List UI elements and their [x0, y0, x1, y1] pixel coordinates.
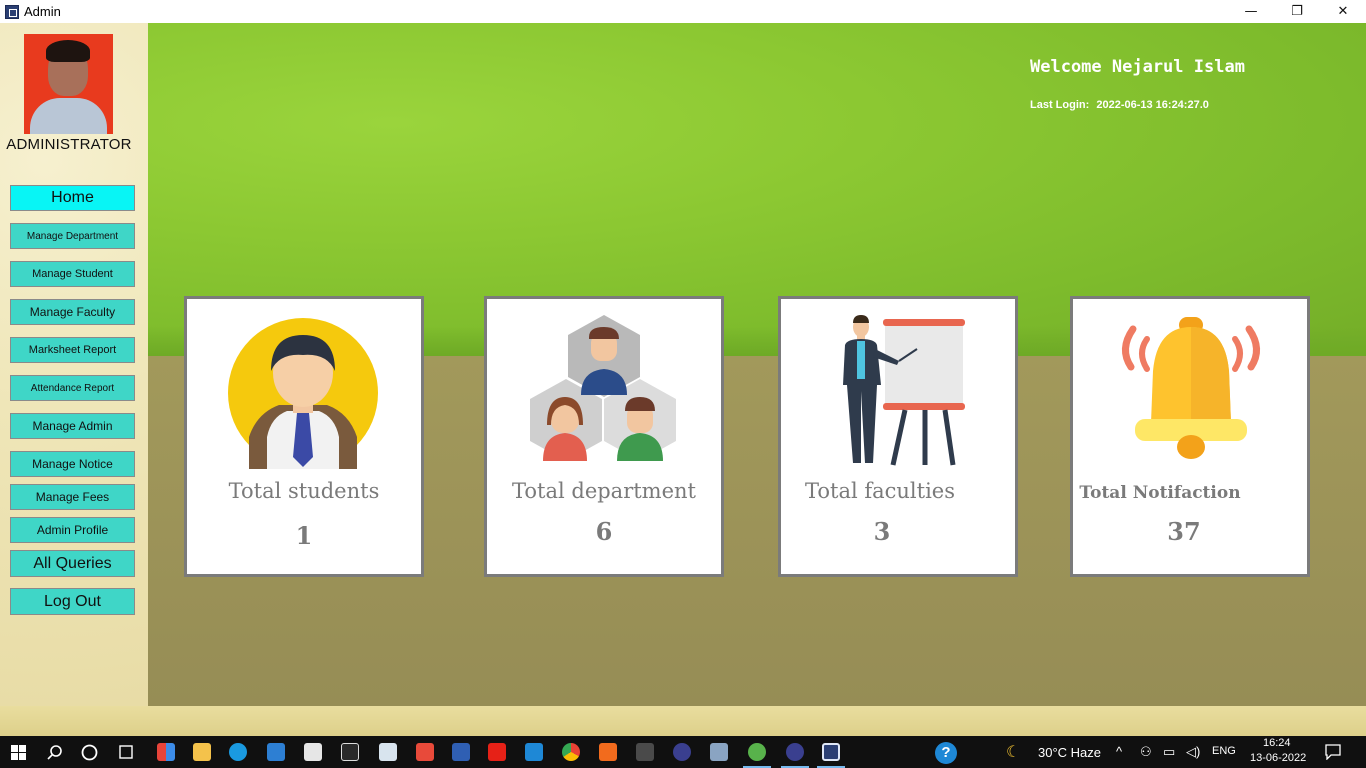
- nav-marksheet-report-button[interactable]: Marksheet Report: [10, 337, 135, 363]
- network-icon[interactable]: ⚇: [1140, 744, 1152, 760]
- maximize-button[interactable]: ❐: [1274, 0, 1320, 23]
- sidebar: ADMINISTRATOR Home Manage Department Man…: [0, 23, 148, 706]
- admin-avatar: [24, 34, 113, 134]
- windows-taskbar: ? ☾ 30°C Haze ^ ⚇ ▭ ◁) ENG 16:24 13-06-2…: [0, 736, 1366, 768]
- student-icon: [228, 318, 378, 469]
- card-count: 37: [1167, 517, 1201, 546]
- pdf-reader-icon[interactable]: [416, 743, 434, 761]
- card-title: Total faculties: [804, 479, 956, 503]
- card-title: Total department: [512, 479, 696, 503]
- eclipse-icon[interactable]: [673, 743, 691, 761]
- nav-manage-department-button[interactable]: Manage Department: [10, 223, 135, 249]
- eclipse-ide-icon[interactable]: [786, 743, 804, 761]
- admin-app-taskbar-icon[interactable]: [822, 743, 840, 761]
- teacher-icon: [843, 315, 965, 466]
- windows-start-icon[interactable]: [11, 745, 26, 760]
- search-icon[interactable]: [47, 744, 63, 760]
- total-students-card[interactable]: Total students 1: [184, 296, 424, 577]
- mail-icon[interactable]: [304, 743, 322, 761]
- xampp-icon[interactable]: [599, 743, 617, 761]
- help-icon[interactable]: ?: [935, 742, 957, 764]
- task-view-icon[interactable]: [117, 744, 135, 760]
- nav-manage-student-button[interactable]: Manage Student: [10, 261, 135, 287]
- role-label: ADMINISTRATOR: [6, 136, 132, 153]
- card-title: Total students: [228, 479, 380, 503]
- vscode-icon[interactable]: [525, 743, 543, 761]
- chrome-icon[interactable]: [562, 743, 580, 761]
- avatar-shirt: [30, 98, 107, 134]
- clock-time[interactable]: 16:24: [1263, 737, 1291, 749]
- avatar-hair: [46, 40, 90, 62]
- file-explorer-icon[interactable]: [193, 743, 211, 761]
- office-app-icon[interactable]: [157, 743, 175, 761]
- window-controls: — ❐ ✕: [1228, 0, 1366, 23]
- edge-browser-icon[interactable]: [229, 743, 247, 761]
- language-indicator[interactable]: ENG: [1212, 745, 1236, 757]
- last-login-label: Last Login:: [1030, 99, 1090, 111]
- app-icon: [5, 4, 19, 19]
- clock-date[interactable]: 13-06-2022: [1250, 752, 1306, 764]
- word-icon[interactable]: [452, 743, 470, 761]
- footer-strip: [0, 706, 1366, 736]
- title-bar: Admin — ❐ ✕: [0, 0, 1366, 23]
- total-department-card[interactable]: Total department 6: [484, 296, 724, 577]
- card-count: 6: [595, 517, 613, 546]
- app-icon-generic[interactable]: [636, 743, 654, 761]
- this-pc-icon[interactable]: [267, 743, 285, 761]
- weather-moon-icon: ☾: [1006, 744, 1021, 761]
- nav-manage-admin-button[interactable]: Manage Admin: [10, 413, 135, 439]
- nav-manage-fees-button[interactable]: Manage Fees: [10, 484, 135, 510]
- total-notification-card[interactable]: Total Notifaction 37: [1070, 296, 1310, 577]
- nav-home-button[interactable]: Home: [10, 185, 135, 211]
- command-prompt-icon[interactable]: [341, 743, 359, 761]
- close-button[interactable]: ✕: [1320, 0, 1366, 23]
- card-count: 1: [295, 521, 313, 550]
- notepad-icon[interactable]: [379, 743, 397, 761]
- nav-manage-faculty-button[interactable]: Manage Faculty: [10, 299, 135, 325]
- utorrent-icon[interactable]: [748, 743, 766, 761]
- last-login-value: 2022-06-13 16:24:27.0: [1096, 99, 1209, 111]
- minimize-button[interactable]: —: [1228, 0, 1274, 23]
- nav-manage-notice-button[interactable]: Manage Notice: [10, 451, 135, 477]
- total-faculties-card[interactable]: Total faculties 3: [778, 296, 1018, 577]
- main-dashboard: Welcome Nejarul Islam Last Login: 2022-0…: [148, 23, 1366, 706]
- show-hidden-icons-icon[interactable]: ^: [1116, 744, 1122, 759]
- nav-all-queries-button[interactable]: All Queries: [10, 550, 135, 577]
- paint-icon[interactable]: [710, 743, 728, 761]
- weather-text[interactable]: 30°C Haze: [1038, 745, 1101, 760]
- last-login: Last Login: 2022-06-13 16:24:27.0: [1030, 99, 1213, 111]
- notification-center-icon[interactable]: [1325, 744, 1341, 760]
- volume-icon[interactable]: ◁): [1186, 744, 1200, 760]
- nav-admin-profile-button[interactable]: Admin Profile: [10, 517, 135, 543]
- cortana-icon[interactable]: [81, 744, 98, 761]
- card-count: 3: [873, 517, 891, 546]
- department-icon: [530, 315, 676, 461]
- youtube-icon[interactable]: [488, 743, 506, 761]
- nav-log-out-button[interactable]: Log Out: [10, 588, 135, 615]
- nav-attendance-report-button[interactable]: Attendance Report: [10, 375, 135, 401]
- welcome-message: Welcome Nejarul Islam: [1030, 57, 1245, 77]
- card-title: Total Notifaction: [1079, 483, 1241, 503]
- bell-icon: [1122, 317, 1260, 459]
- battery-icon[interactable]: ▭: [1163, 744, 1175, 760]
- window-title: Admin: [24, 4, 61, 19]
